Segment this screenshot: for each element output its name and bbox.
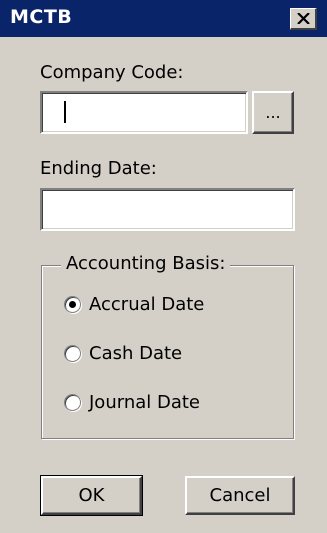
text-caret: [64, 101, 66, 123]
window-title: MCTB: [10, 6, 73, 28]
company-code-browse-button[interactable]: ...: [252, 91, 294, 134]
radio-journal-indicator[interactable]: [64, 394, 81, 411]
radio-journal-label: Journal Date: [89, 392, 200, 413]
radio-cash-label: Cash Date: [89, 343, 183, 364]
radio-accrual-indicator[interactable]: [64, 296, 81, 313]
accounting-basis-legend: Accounting Basis:: [61, 253, 231, 274]
title-bar: MCTB: [0, 0, 327, 37]
ending-date-input[interactable]: [40, 188, 295, 231]
close-button[interactable]: [290, 8, 317, 30]
radio-journal-date[interactable]: Journal Date: [64, 392, 200, 413]
radio-cash-date[interactable]: Cash Date: [64, 343, 182, 364]
radio-cash-indicator[interactable]: [64, 345, 81, 362]
company-code-input[interactable]: [40, 91, 248, 134]
company-code-label: Company Code:: [40, 62, 184, 83]
ending-date-label: Ending Date:: [40, 158, 157, 179]
cancel-button[interactable]: Cancel: [185, 476, 295, 515]
radio-accrual-date[interactable]: Accrual Date: [64, 294, 204, 315]
close-icon: [296, 13, 310, 24]
radio-accrual-label: Accrual Date: [89, 294, 205, 315]
ok-button[interactable]: OK: [40, 475, 143, 516]
